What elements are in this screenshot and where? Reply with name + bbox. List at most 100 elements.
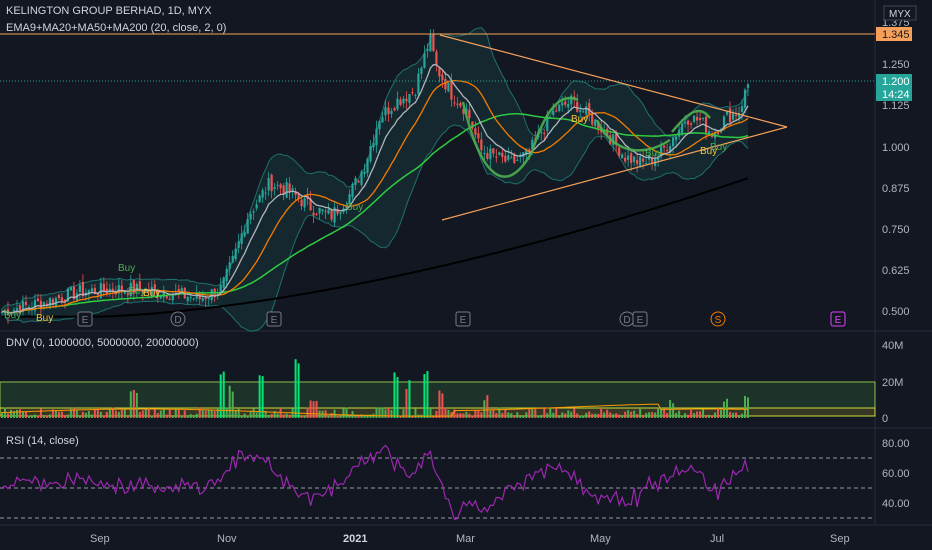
volume-bar — [156, 413, 159, 418]
chart-canvas[interactable]: Buy BuyBuyBuyBuyBuyBuyBuy BuyBuy EDEEDESE … — [0, 0, 932, 550]
candle-body — [618, 147, 621, 156]
volume-bar — [711, 415, 714, 418]
volume-bar — [507, 412, 510, 418]
volume-bar — [516, 412, 519, 418]
candle-body — [435, 51, 438, 66]
volume-bar — [102, 415, 105, 418]
volume-bar — [357, 415, 360, 418]
volume-bar — [114, 410, 117, 418]
candle-body — [330, 210, 333, 220]
candle-body — [417, 73, 420, 95]
main-price-pane[interactable]: Buy BuyBuyBuyBuyBuyBuyBuy BuyBuy EDEEDESE — [0, 27, 875, 332]
volume-bar — [216, 407, 219, 418]
volume-bar — [627, 410, 630, 418]
volume-bar — [315, 400, 318, 418]
volume-bar — [153, 408, 156, 418]
volume-bar — [651, 412, 654, 418]
candle-body — [273, 187, 276, 189]
volume-bar — [546, 413, 549, 418]
volume-bar — [513, 415, 516, 418]
price-axis[interactable]: 1.375 1.250 1.125 1.000 0.875 0.750 0.62… — [882, 17, 910, 318]
candle-body — [633, 156, 636, 163]
volume-bar — [447, 409, 450, 418]
volume-tick: 0 — [882, 413, 888, 425]
volume-bar — [24, 411, 27, 418]
candle-body — [369, 146, 372, 162]
candle-body — [698, 117, 702, 121]
volume-bar — [99, 411, 102, 418]
candle-body — [222, 277, 225, 288]
candle-body — [90, 288, 93, 292]
volume-bar — [48, 414, 51, 418]
volume-bar — [225, 407, 228, 418]
volume-bar — [594, 413, 597, 418]
volume-bar — [60, 411, 63, 418]
candle-body — [384, 107, 387, 116]
volume-bar — [708, 414, 711, 418]
candle-body — [486, 153, 489, 159]
price-tick: 0.625 — [882, 265, 910, 277]
volume-bar — [6, 413, 9, 418]
volume-bar — [600, 408, 603, 418]
buy-signal: Buy — [143, 288, 160, 299]
candle-body — [354, 178, 357, 185]
candle-body — [411, 92, 414, 94]
candle-body — [204, 297, 207, 300]
volume-bar — [522, 415, 525, 418]
volume-bar — [381, 407, 384, 418]
volume-bar — [609, 412, 612, 418]
candle-body — [360, 171, 363, 185]
candle-body — [252, 211, 255, 213]
volume-bar — [570, 411, 573, 418]
volume-bar — [585, 412, 588, 418]
candle-body — [630, 153, 633, 164]
time-tick: May — [590, 533, 611, 545]
volume-bar — [297, 363, 300, 418]
candle-body — [393, 108, 396, 111]
candle-body — [716, 132, 720, 135]
candle-body — [725, 111, 729, 115]
volume-bar — [603, 412, 606, 418]
volume-bar — [537, 415, 540, 418]
volume-bar — [489, 410, 492, 418]
volume-bar — [423, 374, 426, 418]
volume-bar — [123, 409, 126, 418]
volume-pane[interactable] — [0, 359, 876, 418]
volume-bar — [648, 412, 651, 418]
candle-body — [680, 123, 684, 134]
volume-bar — [186, 415, 189, 418]
volume-bar — [408, 380, 411, 418]
volume-bar — [330, 413, 333, 418]
volume-bar — [72, 407, 75, 418]
candle-body — [483, 153, 486, 155]
candle-body — [243, 232, 246, 237]
volume-bar — [582, 415, 585, 418]
time-tick: Mar — [456, 533, 475, 545]
volume-bar — [219, 374, 222, 418]
time-axis[interactable]: Sep Nov 2021 Mar May Jul Sep — [90, 533, 850, 545]
candle-body — [24, 301, 28, 305]
volume-bar — [501, 412, 504, 418]
candle-body — [495, 156, 498, 158]
volume-bar — [144, 409, 147, 418]
volume-bar — [345, 407, 348, 418]
event-marker-label: E — [835, 315, 842, 326]
candle-body — [264, 192, 267, 194]
volume-bar — [117, 411, 120, 418]
volume-bar — [492, 410, 495, 418]
candle-body — [270, 174, 273, 192]
volume-bar — [132, 390, 135, 418]
candle-body — [312, 212, 315, 216]
rsi-pane[interactable] — [0, 444, 875, 521]
volume-pane-title: DNV (0, 1000000, 5000000, 20000000) — [6, 337, 199, 349]
candle-body — [102, 283, 105, 291]
volume-bar — [210, 410, 213, 418]
volume-bar — [405, 388, 408, 418]
volume-bar — [192, 415, 195, 418]
candle-body — [438, 67, 441, 77]
candle-body — [255, 204, 258, 209]
volume-bar — [90, 414, 93, 418]
volume-bar — [288, 414, 291, 418]
candle-body — [504, 155, 507, 162]
rsi-line — [1, 444, 749, 521]
